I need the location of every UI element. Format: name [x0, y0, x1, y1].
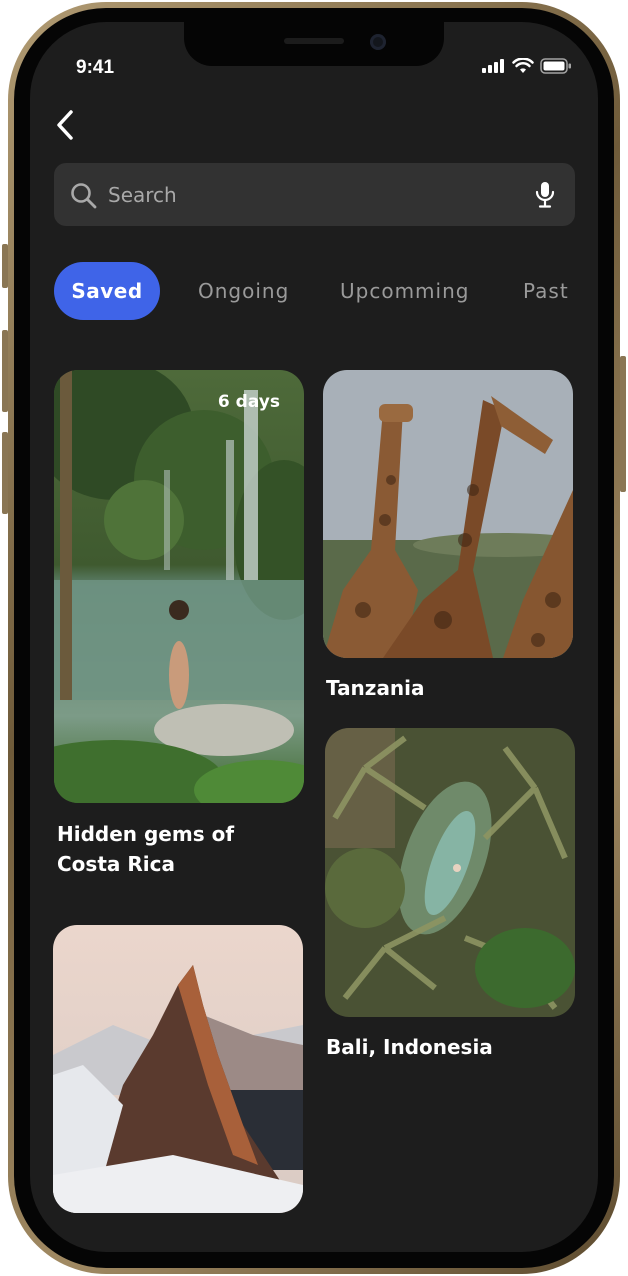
trip-card-tanzania[interactable] [323, 370, 573, 658]
waterfall-lagoon-image [54, 370, 304, 803]
palm-pool-aerial-image [325, 728, 575, 1017]
wifi-icon [512, 58, 534, 73]
app-screen: 9:41 Search Saved Ongoing Upcomming Past… [30, 22, 598, 1252]
status-time: 9:41 [76, 57, 115, 78]
search-bar[interactable]: Search [54, 163, 575, 226]
front-camera [370, 34, 386, 50]
trip-card-costa-rica[interactable]: 6 days [54, 370, 304, 803]
power-button [620, 356, 626, 492]
trip-title-costa-rica: Hidden gems of Costa Rica [57, 822, 235, 876]
back-button[interactable] [52, 108, 82, 142]
battery-icon [540, 58, 571, 74]
microphone-icon[interactable] [535, 181, 555, 209]
tab-saved[interactable]: Saved [54, 262, 160, 320]
chevron-left-icon [57, 110, 73, 140]
trip-tabs: Saved Ongoing Upcomming Past [30, 262, 598, 320]
notch [184, 22, 444, 66]
search-input[interactable]: Search [108, 183, 177, 207]
trip-title-tanzania: Tanzania [326, 676, 425, 700]
cellular-signal-icon [482, 59, 504, 73]
speaker-grille [284, 38, 344, 44]
tab-upcomming[interactable]: Upcomming [340, 262, 469, 320]
tab-past[interactable]: Past [523, 262, 569, 320]
duration-badge: 6 days [217, 392, 280, 412]
trip-title-bali: Bali, Indonesia [326, 1035, 493, 1059]
trip-card-bali[interactable] [325, 728, 575, 1017]
status-icons [482, 58, 572, 74]
search-icon [71, 183, 97, 209]
trip-card-mountain[interactable] [53, 925, 303, 1213]
giraffes-image [323, 370, 573, 658]
snowy-mountain-image [53, 925, 303, 1213]
tab-ongoing[interactable]: Ongoing [198, 262, 289, 320]
